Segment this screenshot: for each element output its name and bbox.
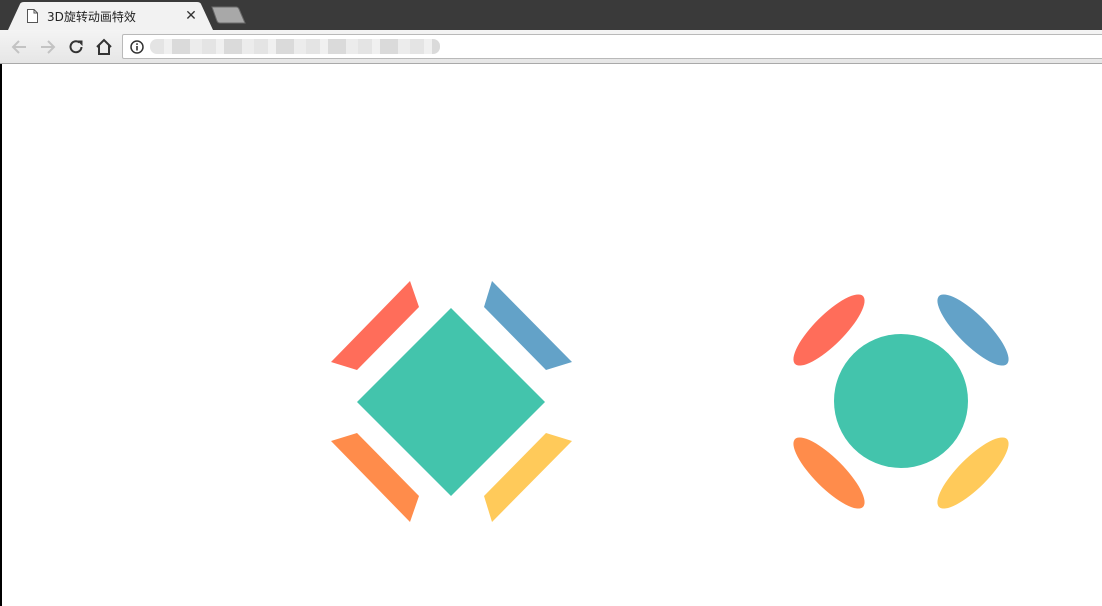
page-icon bbox=[27, 9, 38, 23]
new-tab-button[interactable] bbox=[211, 6, 247, 24]
tab-title: 3D旋转动画特效 bbox=[47, 10, 136, 24]
close-icon[interactable]: ✕ bbox=[184, 7, 198, 23]
center-circle bbox=[834, 334, 968, 468]
browser-window: 3D旋转动画特效 ✕ bbox=[0, 0, 1102, 606]
url-text[interactable] bbox=[150, 39, 440, 54]
address-bar[interactable] bbox=[122, 34, 1102, 59]
rotation-demo-circle bbox=[793, 294, 1009, 509]
forward-arrow-icon[interactable] bbox=[37, 37, 57, 57]
tab-strip: 3D旋转动画特效 ✕ bbox=[0, 0, 1102, 30]
back-arrow-icon[interactable] bbox=[10, 37, 30, 57]
toolbar bbox=[0, 30, 1102, 64]
reload-icon[interactable] bbox=[66, 37, 86, 57]
info-icon[interactable] bbox=[130, 40, 144, 54]
tab-active[interactable]: 3D旋转动画特效 ✕ bbox=[8, 2, 213, 30]
rotation-demo-diamond bbox=[331, 281, 572, 522]
home-icon[interactable] bbox=[94, 37, 114, 57]
window-left-edge bbox=[0, 64, 2, 606]
